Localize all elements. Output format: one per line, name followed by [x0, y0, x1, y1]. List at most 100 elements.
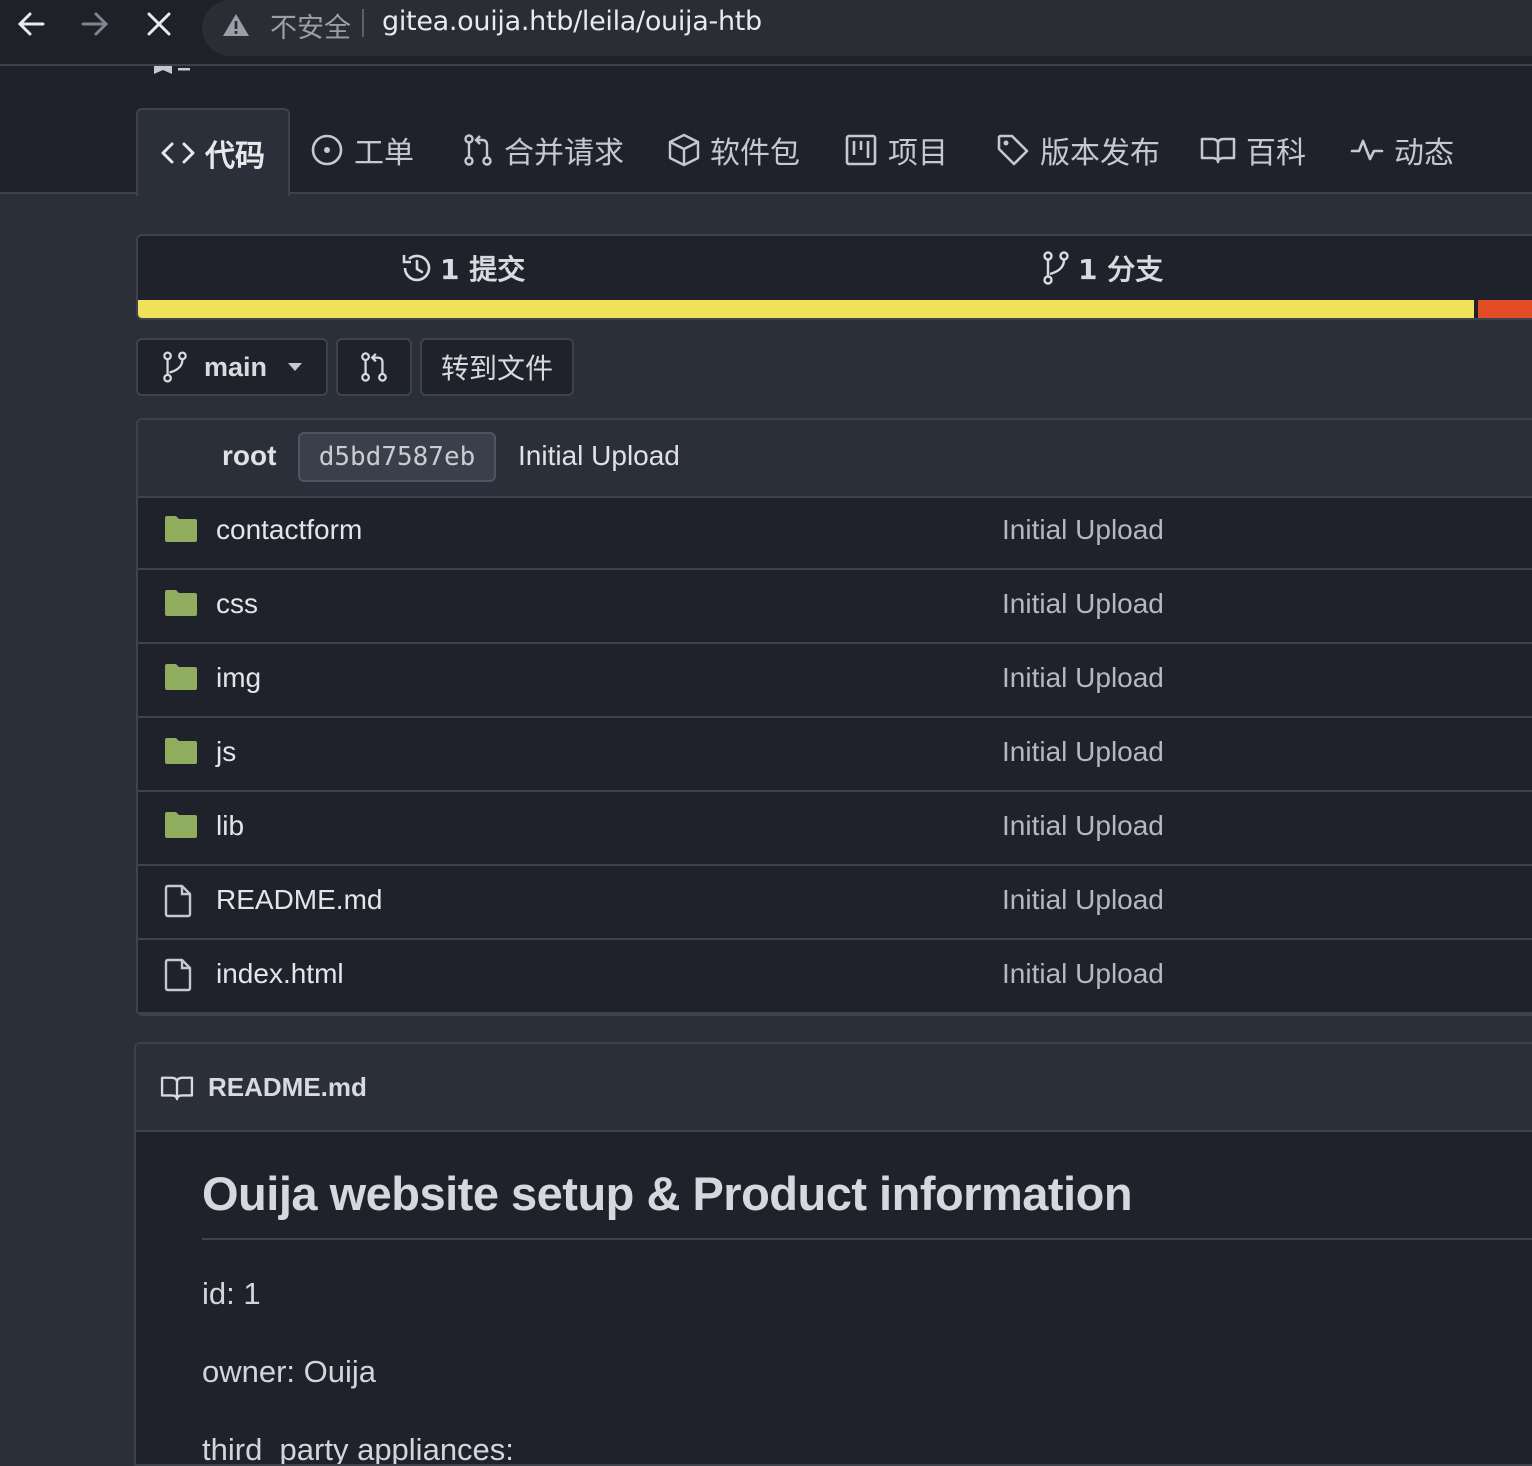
readme-line: id: 1	[202, 1276, 261, 1311]
stop-loading-button[interactable]	[136, 6, 182, 42]
folder-icon-wrap	[164, 810, 198, 840]
tab-issues[interactable]: 工单	[310, 108, 414, 192]
arrow-left-icon	[17, 12, 45, 36]
file-name[interactable]: README.md	[216, 884, 382, 916]
forward-button[interactable]	[72, 6, 118, 42]
file-row[interactable]: lib Initial Upload	[138, 792, 1532, 866]
security-status-label[interactable]: 不安全	[270, 6, 351, 45]
file-icon	[164, 958, 192, 992]
tab-label: 项目	[888, 136, 948, 171]
branch-selector[interactable]: main	[136, 338, 328, 396]
divider	[202, 1238, 1532, 1240]
arrow-right-icon	[81, 12, 109, 36]
commits-count: 1 提交	[440, 253, 526, 286]
file-name[interactable]: lib	[216, 810, 244, 842]
file-row[interactable]: css Initial Upload	[138, 570, 1532, 644]
folder-icon	[165, 812, 197, 838]
branches-count: 1 分支	[1078, 253, 1164, 286]
folder-icon-wrap	[164, 514, 198, 544]
tag-icon	[997, 134, 1029, 166]
readme-filename[interactable]: README.md	[208, 1072, 367, 1103]
tab-packages[interactable]: 软件包	[668, 108, 800, 192]
file-commit-message[interactable]: Initial Upload	[1002, 810, 1164, 842]
tab-releases[interactable]: 版本发布	[996, 108, 1160, 192]
readme-line: third_party appliances:	[202, 1432, 514, 1466]
tab-wiki[interactable]: 百科	[1200, 108, 1306, 192]
file-name[interactable]: js	[216, 736, 236, 768]
tab-label: 工单	[354, 136, 414, 171]
folder-icon	[165, 590, 197, 616]
file-commit-message[interactable]: Initial Upload	[1002, 662, 1164, 694]
tab-activity[interactable]: 动态	[1350, 108, 1454, 192]
branch-icon	[163, 351, 187, 383]
warning-icon	[223, 14, 249, 36]
book-icon	[160, 1076, 194, 1101]
tab-projects[interactable]: 项目	[844, 108, 948, 192]
file-row[interactable]: js Initial Upload	[138, 718, 1532, 792]
language-bar[interactable]	[138, 300, 1532, 318]
file-name[interactable]: contactform	[216, 514, 362, 546]
tab-label: 版本发布	[1040, 136, 1160, 171]
browser-toolbar: 不安全 gitea.ouija.htb/leila/ouija-htb	[0, 0, 1532, 66]
branches-link[interactable]: 1 分支	[1042, 248, 1163, 288]
pull-request-icon	[361, 352, 387, 382]
folder-icon-wrap	[164, 662, 198, 692]
address-bar[interactable]: 不安全 gitea.ouija.htb/leila/ouija-htb	[202, 0, 1532, 56]
tab-label: 软件包	[710, 136, 800, 171]
caret-down-icon	[288, 363, 303, 371]
tab-label: 合并请求	[504, 136, 624, 171]
file-commit-message[interactable]: Initial Upload	[1002, 736, 1164, 768]
commit-sha-button[interactable]: d5bd7587eb	[298, 432, 496, 482]
file-name[interactable]: img	[216, 662, 261, 694]
go-to-file-button[interactable]: 转到文件	[420, 338, 574, 396]
compare-button[interactable]	[336, 338, 412, 396]
issue-icon	[311, 134, 343, 166]
file-icon-wrap	[164, 884, 194, 918]
folder-icon-wrap	[164, 736, 198, 766]
tab-code[interactable]: 代码	[136, 108, 290, 196]
tab-label: 动态	[1394, 136, 1454, 171]
file-row[interactable]: README.md Initial Upload	[138, 866, 1532, 940]
commit-author[interactable]: root	[222, 440, 276, 472]
folder-icon	[165, 516, 197, 542]
file-name[interactable]: index.html	[216, 958, 344, 990]
readme-title: Ouija website setup & Product informatio…	[202, 1167, 1133, 1220]
tab-pull-requests[interactable]: 合并请求	[462, 108, 624, 192]
readme-panel: README.md Ouija website setup & Product …	[134, 1042, 1532, 1466]
folder-icon	[165, 738, 197, 764]
pulse-icon	[1350, 139, 1384, 161]
file-row[interactable]: contactform Initial Upload	[138, 496, 1532, 570]
close-icon	[147, 12, 171, 36]
language-segment-javascript[interactable]	[138, 300, 1478, 318]
commit-message[interactable]: Initial Upload	[518, 440, 680, 472]
branch-name: main	[204, 351, 268, 382]
readme-line: owner: Ouija	[202, 1354, 377, 1389]
book-icon	[1200, 137, 1236, 164]
file-commit-message[interactable]: Initial Upload	[1002, 588, 1164, 620]
back-button[interactable]	[8, 6, 54, 42]
go-to-file-label: 转到文件	[440, 352, 553, 385]
file-commit-message[interactable]: Initial Upload	[1002, 514, 1164, 546]
tab-label: 百科	[1246, 136, 1306, 171]
file-name[interactable]: css	[216, 588, 258, 620]
file-icon-wrap	[164, 958, 194, 992]
file-commit-message[interactable]: Initial Upload	[1002, 884, 1164, 916]
package-icon	[668, 133, 700, 167]
history-icon	[402, 254, 431, 282]
url-text[interactable]: gitea.ouija.htb/leila/ouija-htb	[382, 6, 762, 37]
folder-icon	[165, 664, 197, 690]
commits-link[interactable]: 1 提交	[400, 248, 525, 288]
latest-commit-row: root d5bd7587eb Initial Upload	[138, 420, 1532, 498]
code-icon	[161, 142, 195, 164]
file-row[interactable]: img Initial Upload	[138, 644, 1532, 718]
project-icon	[845, 134, 877, 166]
tab-label: 代码	[205, 139, 265, 174]
folder-icon-wrap	[164, 588, 198, 618]
pull-request-icon	[464, 134, 492, 166]
language-segment-html[interactable]	[1478, 300, 1532, 318]
file-commit-message[interactable]: Initial Upload	[1002, 958, 1164, 990]
file-row[interactable]: index.html Initial Upload	[138, 940, 1532, 1014]
bookmark-icon	[154, 66, 190, 74]
file-table: root d5bd7587eb Initial Upload contactfo…	[136, 418, 1532, 1016]
readme-header: README.md	[136, 1044, 1532, 1132]
